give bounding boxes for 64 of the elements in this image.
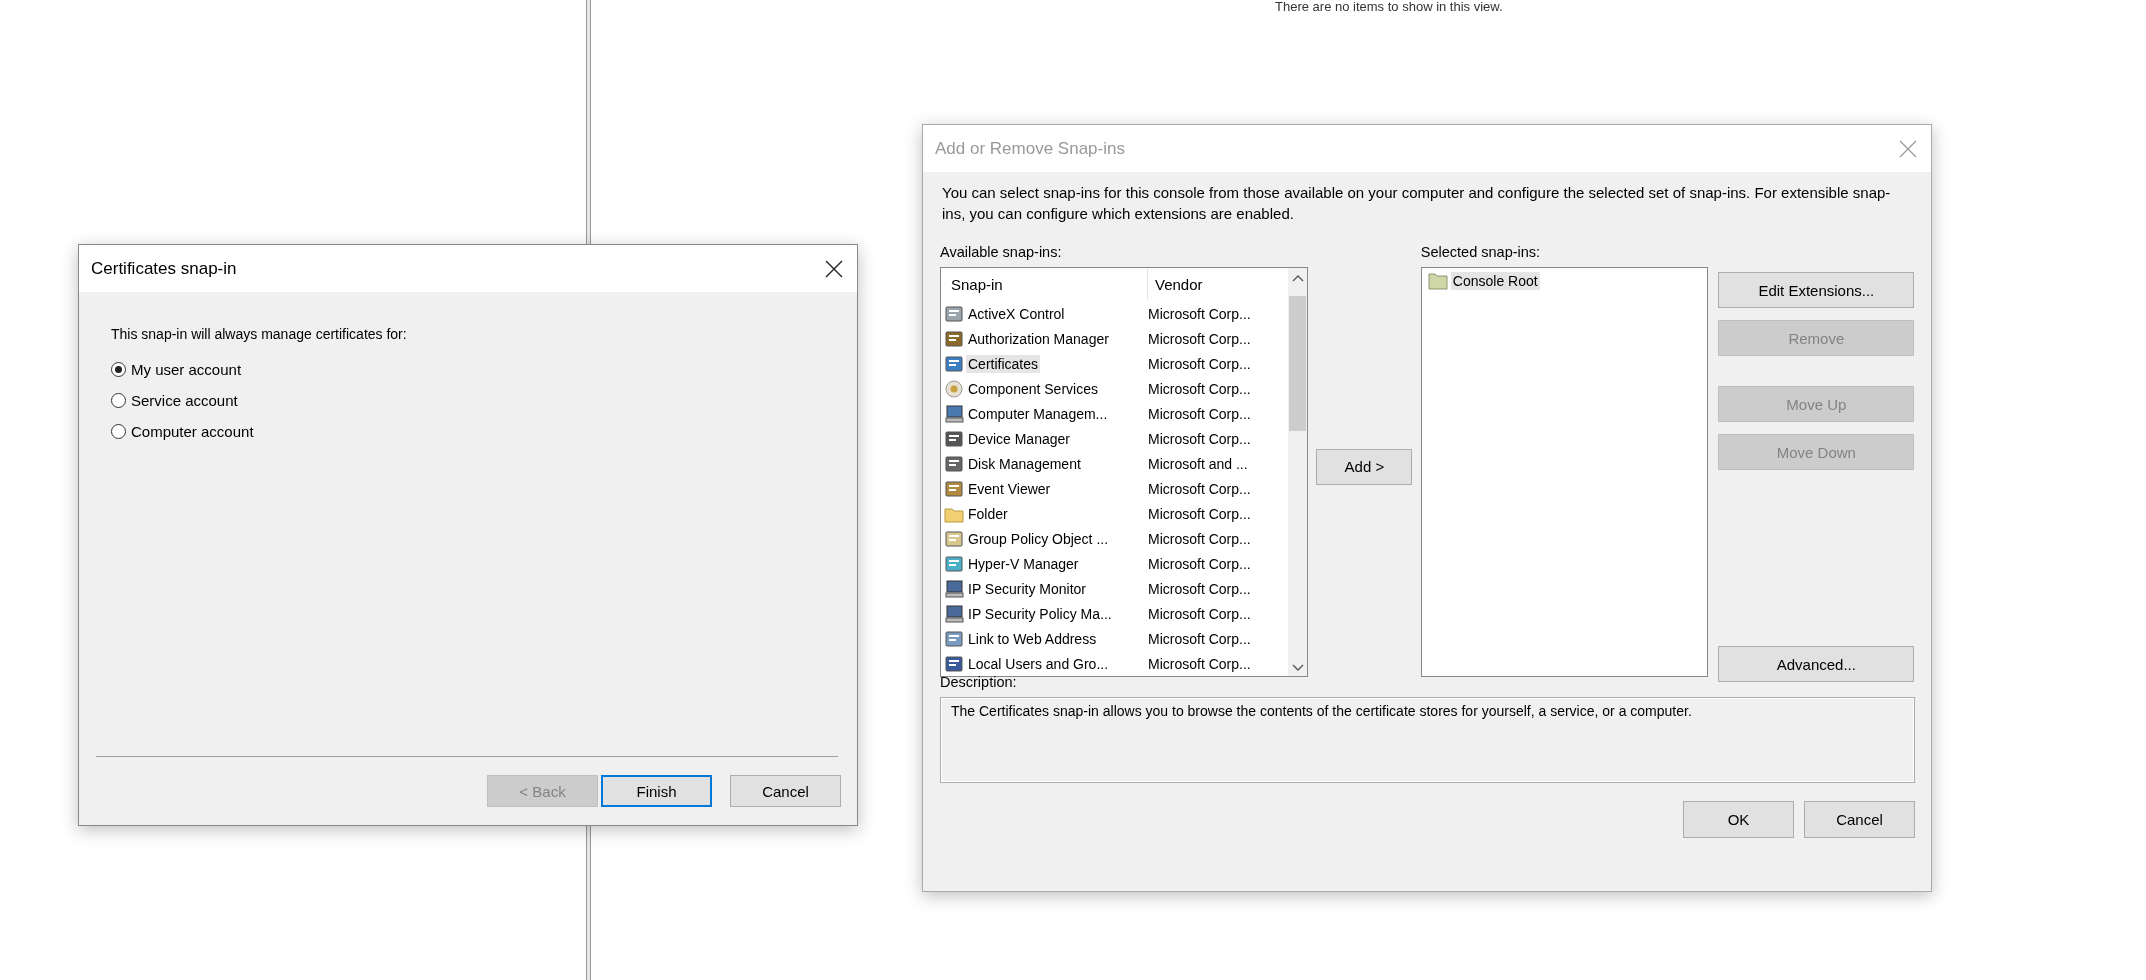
snap-in-name[interactable]: Local Users and Gro... (966, 654, 1111, 673)
prompt-text: This snap-in will always manage certificates for: (111, 326, 408, 342)
vendor-cell: Microsoft and ... (1148, 455, 1248, 472)
radio-button[interactable] (111, 362, 126, 377)
computer-icon (944, 578, 964, 599)
snap-in-name[interactable]: Link to Web Address (966, 629, 1099, 648)
computer-icon (944, 403, 964, 424)
vendor-cell: Microsoft Corp... (1148, 630, 1251, 647)
window-title: Add or Remove Snap-ins (935, 138, 1125, 159)
dialog-button[interactable]: Cancel (1804, 801, 1915, 838)
radio-label[interactable]: Computer account (131, 423, 254, 440)
radio-label[interactable]: Service account (131, 392, 238, 409)
vendor-cell: Microsoft Corp... (1148, 580, 1251, 597)
vendor-cell: Microsoft Corp... (1148, 330, 1251, 347)
vendor-cell: Microsoft Corp... (1148, 305, 1251, 322)
snap-in-name[interactable]: IP Security Monitor (966, 579, 1088, 598)
snap-in-name[interactable]: Folder (966, 504, 1010, 523)
snap-in-name[interactable]: IP Security Policy Ma... (966, 604, 1114, 623)
scroll-up-icon[interactable] (1291, 274, 1304, 282)
window-title: Certificates snap-in (91, 258, 237, 279)
dialog-button[interactable]: OK (1683, 801, 1794, 838)
tree-item[interactable]: Console Root (1450, 272, 1540, 290)
add-button[interactable]: Add > (1316, 448, 1413, 485)
vendor-cell: Microsoft Corp... (1148, 605, 1251, 622)
snap-in-name[interactable]: Device Manager (966, 429, 1072, 448)
snap-in-name[interactable]: Component Services (966, 379, 1100, 398)
list-label: Selected snap-ins: (1420, 244, 1542, 260)
scroll-down-icon[interactable] (1291, 664, 1304, 672)
vendor-cell: Microsoft Corp... (1148, 480, 1251, 497)
intro-text: You can select snap-ins for this console from those available on your computer and configure the selected set of snap-ins. For extensible snap-ins, you can configure which extensions are enabled. (942, 183, 1892, 224)
description-label: Description: (940, 674, 1018, 690)
snap-in-name[interactable]: Computer Managem... (966, 404, 1110, 423)
vendor-cell: Microsoft Corp... (1148, 655, 1251, 672)
dialog-button[interactable]: Finish (601, 775, 712, 807)
vendor-cell: Microsoft Corp... (1148, 405, 1251, 422)
radio-label[interactable]: My user account (131, 361, 242, 378)
vendor-cell: Microsoft Corp... (1148, 505, 1251, 522)
scroll-thumb[interactable] (1289, 296, 1306, 431)
vendor-cell: Microsoft Corp... (1148, 430, 1251, 447)
snap-in-name[interactable]: Authorization Manager (966, 329, 1111, 348)
vendor-cell: Microsoft Corp... (1148, 380, 1251, 397)
vendor-cell: Microsoft Corp... (1148, 355, 1251, 372)
scrollbar[interactable] (1288, 268, 1307, 676)
snap-in-name[interactable]: ActiveX Control (966, 304, 1067, 323)
computer-icon (944, 603, 964, 624)
radio-button[interactable] (111, 393, 126, 408)
empty-view-message: There are no items to show in this view. (1275, 0, 1503, 14)
folder-icon (1427, 271, 1448, 291)
snap-in-name[interactable]: Disk Management (966, 454, 1083, 473)
close-icon[interactable] (825, 259, 843, 278)
side-button[interactable]: Advanced... (1718, 646, 1915, 682)
snap-in-name[interactable]: Group Policy Object ... (966, 529, 1111, 548)
dialog-button[interactable]: Cancel (730, 775, 841, 807)
snap-in-name[interactable]: Event Viewer (966, 479, 1053, 498)
vendor-cell: Microsoft Corp... (1148, 555, 1251, 572)
description-text: The Certificates snap-in allows you to browse the contents of the certificate stores for yourself, a service, or a computer. (951, 703, 1692, 719)
radio-button[interactable] (111, 424, 126, 439)
vendor-cell: Microsoft Corp... (1148, 530, 1251, 547)
snap-in-name[interactable]: Certificates (966, 354, 1041, 373)
column-header[interactable]: Snap-in (944, 268, 1148, 300)
side-button[interactable]: Edit Extensions... (1718, 272, 1915, 308)
snap-in-name[interactable]: Hyper-V Manager (966, 554, 1081, 573)
column-header[interactable]: Vendor (1148, 275, 1203, 293)
list-label: Available snap-ins: (940, 244, 1063, 260)
